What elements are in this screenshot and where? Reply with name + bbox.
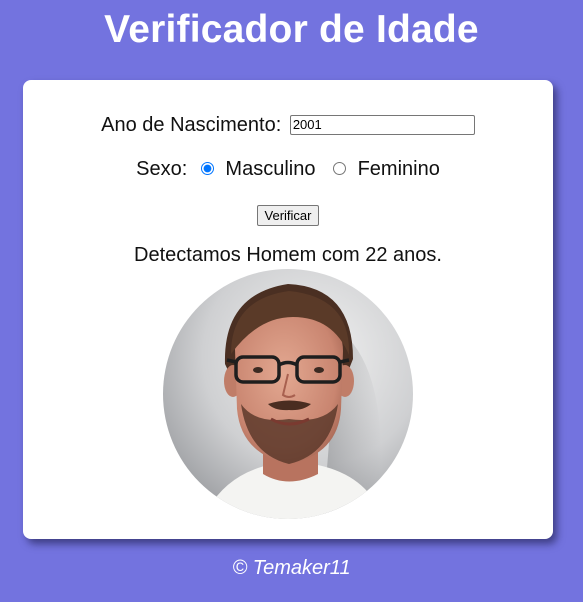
sex-label: Sexo: bbox=[136, 158, 188, 181]
button-row: Verificar bbox=[23, 205, 553, 226]
page-title: Verificador de Idade bbox=[104, 8, 479, 51]
birth-year-row: Ano de Nascimento: bbox=[23, 114, 553, 137]
man-portrait-image bbox=[163, 269, 413, 519]
footer-credit: © Temaker11 bbox=[232, 557, 351, 579]
result-photo bbox=[163, 269, 413, 519]
birth-year-label: Ano de Nascimento: bbox=[101, 114, 282, 137]
page-header: Verificador de Idade bbox=[0, 0, 583, 53]
female-label[interactable]: Feminino bbox=[358, 158, 440, 180]
result-text: Detectamos Homem com 22 anos. bbox=[134, 244, 442, 266]
verify-button[interactable]: Verificar bbox=[256, 205, 320, 226]
verifier-card: Ano de Nascimento: Sexo: Masculino Femin… bbox=[23, 80, 553, 539]
sex-row: Sexo: Masculino Feminino bbox=[23, 158, 553, 181]
female-radio[interactable] bbox=[333, 162, 347, 176]
male-label[interactable]: Masculino bbox=[225, 158, 315, 180]
male-radio[interactable] bbox=[200, 162, 214, 176]
footer: © Temaker11 bbox=[0, 557, 583, 580]
birth-year-input[interactable] bbox=[289, 114, 475, 135]
